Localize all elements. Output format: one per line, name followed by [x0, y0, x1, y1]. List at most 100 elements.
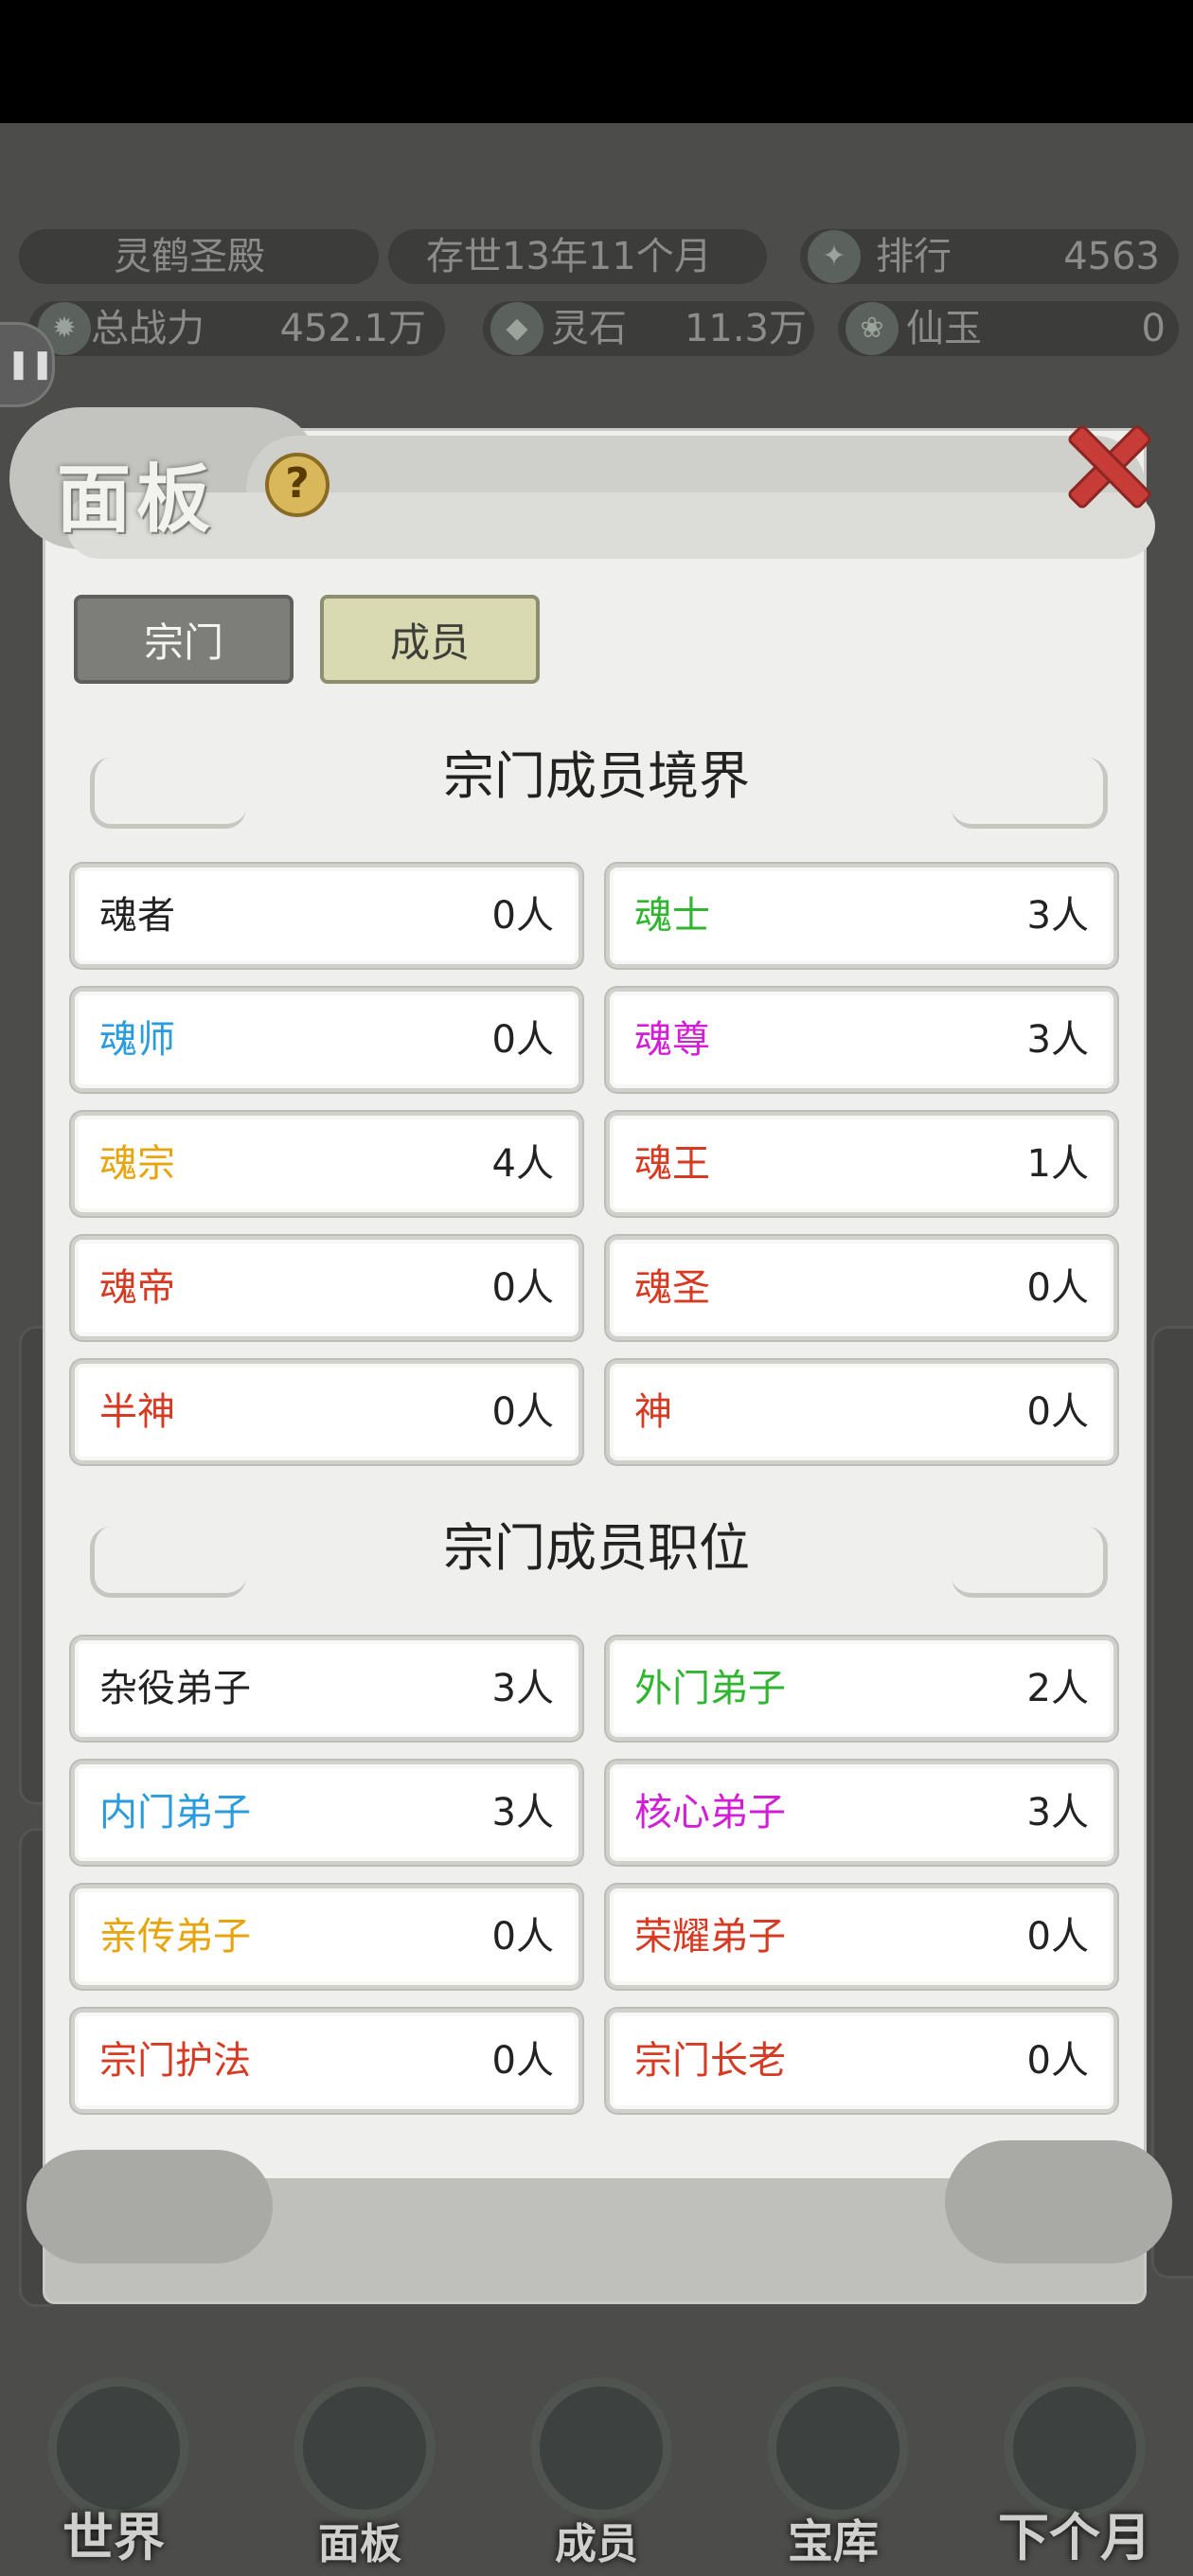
realm-cell: 魂士 3人 — [606, 864, 1117, 968]
spirit-stone-pill: ◆ 灵石 11.3万 — [483, 301, 814, 356]
sect-age-pill: 存世13年11个月 — [388, 229, 767, 284]
sect-info-bar: 灵鹤圣殿 存世13年11个月 ✦ 排行 4563 ✹ 总战力 452.1万 ◆ … — [0, 210, 1193, 356]
realm-count: 0人 — [1026, 1266, 1089, 1310]
position-cell: 外门弟子 2人 — [606, 1637, 1117, 1741]
realm-name: 魂士 — [634, 894, 710, 938]
jade-label: 仙玉 — [906, 307, 982, 350]
status-bar — [0, 0, 1193, 123]
realm-name: 魂帝 — [99, 1266, 175, 1310]
position-name: 宗门护法 — [99, 2039, 251, 2083]
position-name: 外门弟子 — [634, 1667, 786, 1710]
tab-sect[interactable]: 宗门 — [74, 595, 294, 684]
rank-label: 排行 — [876, 235, 952, 278]
power-pill: ✹ 总战力 452.1万 — [28, 301, 445, 356]
realm-name: 魂者 — [99, 894, 175, 938]
position-cell: 杂役弟子 3人 — [71, 1637, 582, 1741]
jade-pill: ❀ 仙玉 0 — [838, 301, 1179, 356]
rank-pill[interactable]: ✦ 排行 4563 — [800, 229, 1179, 284]
position-name: 内门弟子 — [99, 1791, 251, 1834]
position-cell: 核心弟子 3人 — [606, 1761, 1117, 1865]
position-count: 0人 — [1026, 1915, 1089, 1959]
nav-next-month-label: 下个月 — [998, 2507, 1151, 2567]
position-name: 亲传弟子 — [99, 1915, 251, 1959]
position-cell: 宗门护法 0人 — [71, 2009, 582, 2113]
panel-title: 面板 — [57, 456, 217, 543]
nav-treasury-label: 宝库 — [787, 2515, 879, 2568]
nav-panel-label: 面板 — [318, 2520, 401, 2568]
cloud-decoration — [945, 2140, 1172, 2263]
cloud-decoration — [27, 2150, 273, 2263]
position-section-title: 宗门成员职位 — [443, 1518, 750, 1578]
position-cell: 宗门长老 0人 — [606, 2009, 1117, 2113]
members-icon — [530, 2377, 672, 2519]
rank-value: 4563 — [1063, 235, 1160, 278]
panel-icon — [294, 2377, 436, 2519]
sect-name-pill: 灵鹤圣殿 — [19, 229, 379, 284]
nav-next-month[interactable]: 下个月 — [966, 2349, 1184, 2576]
realm-count: 3人 — [1026, 894, 1089, 938]
realm-cell: 魂圣 0人 — [606, 1236, 1117, 1340]
bottom-nav: 世界 面板 成员 宝库 下个月 — [0, 2349, 1193, 2576]
realm-cell: 魂王 1人 — [606, 1112, 1117, 1216]
sect-name: 灵鹤圣殿 — [114, 235, 265, 278]
position-count: 3人 — [491, 1667, 554, 1710]
power-label: 总战力 — [91, 307, 205, 350]
position-name: 核心弟子 — [634, 1791, 786, 1834]
realm-section-title: 宗门成员境界 — [443, 746, 750, 806]
position-count: 0人 — [491, 2039, 554, 2083]
position-cell: 内门弟子 3人 — [71, 1761, 582, 1865]
realm-cell: 魂帝 0人 — [71, 1236, 582, 1340]
realm-count: 0人 — [1026, 1390, 1089, 1434]
power-value: 452.1万 — [279, 307, 426, 350]
close-icon[interactable] — [1059, 417, 1153, 511]
spirit-stone-label: 灵石 — [551, 307, 627, 350]
realm-cell: 神 0人 — [606, 1360, 1117, 1464]
position-name: 宗门长老 — [634, 2039, 786, 2083]
realm-count: 0人 — [491, 1018, 554, 1062]
spirit-stone-value: 11.3万 — [684, 307, 807, 350]
nav-members[interactable]: 成员 — [492, 2349, 701, 2576]
tab-members[interactable]: 成员 — [320, 595, 540, 684]
sect-age: 存世13年11个月 — [426, 235, 712, 278]
background-panel — [1151, 1326, 1193, 2279]
rank-icon: ✦ — [808, 230, 861, 283]
nav-world-label: 世界 — [62, 2507, 165, 2567]
realm-count: 0人 — [491, 1266, 554, 1310]
help-icon[interactable]: ? — [265, 453, 329, 517]
realm-count: 3人 — [1026, 1018, 1089, 1062]
realm-count: 4人 — [491, 1142, 554, 1186]
nav-panel[interactable]: 面板 — [256, 2349, 464, 2576]
position-cell: 荣耀弟子 0人 — [606, 1885, 1117, 1989]
realm-cell: 魂师 0人 — [71, 988, 582, 1092]
cloud-decoration — [66, 492, 1155, 559]
realm-name: 魂圣 — [634, 1266, 710, 1310]
treasury-icon — [767, 2377, 909, 2519]
realm-name: 魂尊 — [634, 1018, 710, 1062]
position-count: 0人 — [491, 1915, 554, 1959]
position-cell: 亲传弟子 0人 — [71, 1885, 582, 1989]
realm-count: 0人 — [491, 894, 554, 938]
realm-name: 魂宗 — [99, 1142, 175, 1186]
nav-world[interactable]: 世界 — [9, 2349, 218, 2576]
nav-members-label: 成员 — [555, 2520, 638, 2568]
realm-name: 魂王 — [634, 1142, 710, 1186]
position-name: 荣耀弟子 — [634, 1915, 786, 1959]
realm-cell: 魂者 0人 — [71, 864, 582, 968]
position-count: 0人 — [1026, 2039, 1089, 2083]
jade-value: 0 — [1141, 307, 1166, 350]
realm-name: 魂师 — [99, 1018, 175, 1062]
realm-cell: 半神 0人 — [71, 1360, 582, 1464]
realm-count: 0人 — [491, 1390, 554, 1434]
position-name: 杂役弟子 — [99, 1667, 251, 1710]
realm-name: 神 — [634, 1390, 672, 1434]
jade-icon: ❀ — [846, 302, 899, 355]
panel-bottom-decoration — [27, 2140, 1172, 2301]
position-count: 2人 — [1026, 1667, 1089, 1710]
realm-count: 1人 — [1026, 1142, 1089, 1186]
nav-treasury[interactable]: 宝库 — [729, 2349, 937, 2576]
realm-cell: 魂宗 4人 — [71, 1112, 582, 1216]
position-count: 3人 — [491, 1791, 554, 1834]
position-count: 3人 — [1026, 1791, 1089, 1834]
chat-icon: ❚❚ — [7, 348, 55, 381]
spirit-stone-icon: ◆ — [490, 302, 543, 355]
